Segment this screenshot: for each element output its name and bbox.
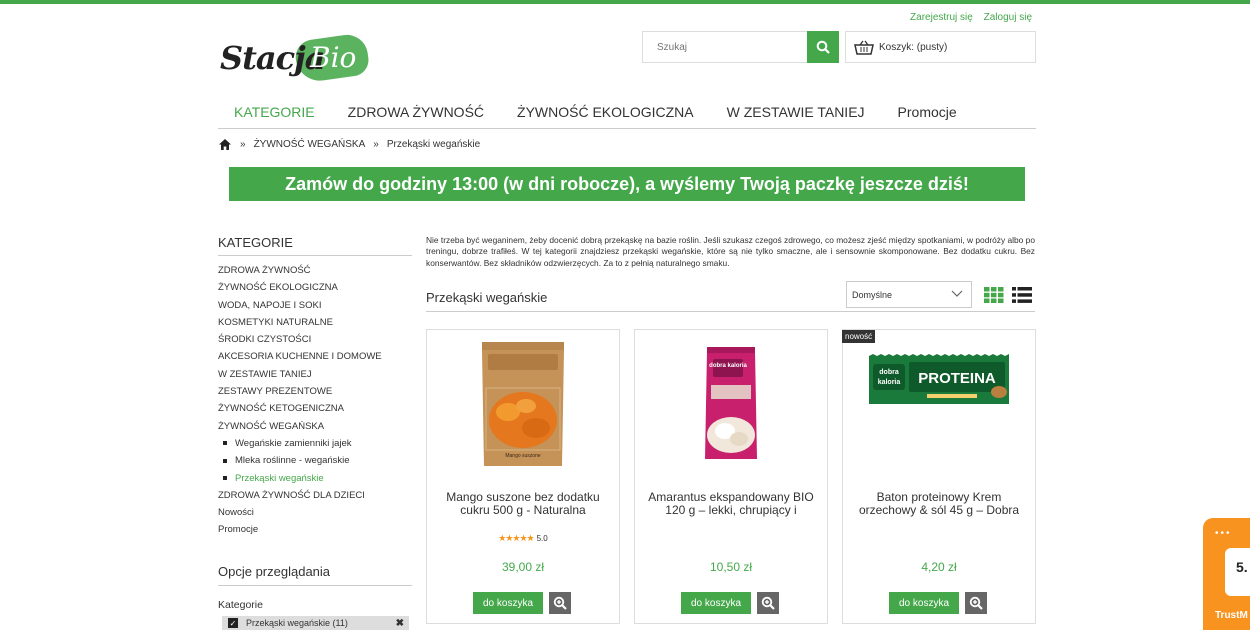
rating-value: 5.0 (536, 534, 548, 543)
cart-widget[interactable]: Koszyk: (pusty) (845, 31, 1036, 63)
product-rating: ★★★★★ 5.0 (427, 533, 619, 544)
product-card[interactable]: dobra kaloria PROTEINA Baton proteinowy … (842, 329, 1036, 624)
nav-item-w-zestawie-taniej[interactable]: W ZESTAWIE TANIEJ (727, 104, 865, 128)
quick-view-button[interactable] (757, 592, 779, 614)
checkbox-checked-icon[interactable]: ✓ (228, 618, 238, 628)
sidebar-item[interactable]: W ZESTAWIE TANIEJ (218, 369, 412, 386)
sidebar-subitem-active[interactable]: Przekąski wegańskie (218, 473, 412, 490)
top-accent-line (0, 0, 1250, 4)
search-bar (642, 31, 839, 63)
product-card[interactable]: dobra kaloria Amarantus ekspandowany BIO… (634, 329, 828, 624)
sidebar-item[interactable]: ŻYWNOŚĆ WEGAŃSKA (218, 421, 412, 438)
browse-options-heading: Opcje przeglądania (218, 564, 412, 586)
trust-brand: TrustM (1215, 610, 1248, 621)
sidebar-item[interactable]: ZDROWA ŻYWNOŚĆ DLA DZIECI (218, 490, 412, 507)
nav-item-promocje[interactable]: Promocje (898, 104, 957, 128)
active-filter[interactable]: ✓ Przekąski wegańskie (11) ✖ (222, 616, 409, 630)
sidebar-item[interactable]: Promocje (218, 524, 412, 541)
sidebar-item[interactable]: KOSMETYKI NATURALNE (218, 317, 412, 334)
basket-icon (854, 40, 874, 55)
filter-group-label: Kategorie (218, 599, 263, 611)
main-navigation: KATEGORIE ZDROWA ŻYWNOŚĆ ŻYWNOŚĆ EKOLOGI… (218, 104, 1036, 129)
pack-label: dobra kaloria (709, 363, 747, 369)
product-price: 39,00 zł (501, 560, 545, 574)
quick-view-button[interactable] (965, 592, 987, 614)
product-image[interactable]: Mango suszone (427, 330, 619, 480)
rating-stars: ★★★★★ (498, 533, 534, 543)
trustmate-widget[interactable]: ••• 5. TrustM (1203, 518, 1250, 630)
listing-header: Przekąski wegańskie Domyślne (426, 281, 1035, 312)
new-badge: nowość (842, 330, 876, 343)
login-link[interactable]: Zaloguj się (984, 12, 1032, 23)
list-view-icon[interactable] (1012, 287, 1032, 303)
breadcrumb-separator: » (240, 139, 246, 150)
sort-select[interactable]: Domyślne (846, 281, 972, 308)
shipping-banner: Zamów do godziny 13:00 (w dni robocze), … (229, 167, 1025, 201)
breadcrumb-separator: » (373, 139, 379, 150)
home-icon[interactable] (218, 138, 232, 151)
svg-text:kaloria: kaloria (878, 379, 901, 386)
mango-pack-image: Mango suszone (482, 342, 564, 466)
sidebar-item[interactable]: ŻYWNOŚĆ EKOLOGICZNA (218, 282, 412, 299)
product-image[interactable]: dobra kaloria PROTEINA (843, 330, 1035, 480)
breadcrumb-level1[interactable]: ŻYWNOŚĆ WEGAŃSKA (254, 139, 366, 150)
zoom-in-icon (969, 596, 983, 610)
pack-label: PROTEINA (918, 370, 996, 387)
svg-text:dobra: dobra (879, 369, 899, 376)
sidebar-subitem[interactable]: Mleka roślinne - wegańskie (218, 455, 412, 472)
active-filter-label: Przekąski wegańskie (11) (246, 618, 348, 628)
sidebar-item[interactable]: ŚRODKI CZYSTOŚCI (218, 334, 412, 351)
category-description: Nie trzeba być weganinem, żeby docenić d… (426, 235, 1035, 268)
product-image[interactable]: dobra kaloria (635, 330, 827, 480)
account-links: Zarejestruj się Zaloguj się (902, 12, 1032, 23)
grid-view-icon[interactable] (984, 287, 1004, 303)
protein-bar-image: dobra kaloria PROTEINA (869, 354, 1009, 404)
breadcrumb: » ŻYWNOŚĆ WEGAŃSKA » Przekąski wegańskie (218, 138, 480, 151)
listing-title: Przekąski wegańskie (426, 290, 548, 305)
product-card[interactable]: Mango suszone Mango suszone bez dodatku … (426, 329, 620, 624)
product-price: 10,50 zł (709, 560, 753, 574)
sidebar-item[interactable]: ZDROWA ŻYWNOŚĆ (218, 265, 412, 282)
sidebar-item[interactable]: Nowości (218, 507, 412, 524)
sort-selected-value: Domyślne (852, 289, 893, 300)
trust-score: 5. (1236, 559, 1248, 575)
breadcrumb-current: Przekąski wegańskie (386, 139, 481, 150)
sidebar-item[interactable]: AKCESORIA KUCHENNE I DOMOWE (218, 351, 412, 368)
add-to-cart-button[interactable]: do koszyka (473, 592, 543, 614)
register-link[interactable]: Zarejestruj się (910, 12, 973, 23)
sidebar-item[interactable]: WODA, NAPOJE I SOKI (218, 300, 412, 317)
product-name[interactable]: Baton proteinowy Krem orzechowy & sól 45… (851, 491, 1027, 517)
logo-text-secondary: Bio (310, 41, 357, 74)
sidebar-heading: KATEGORIE (218, 235, 412, 256)
chevron-down-icon (951, 290, 963, 297)
add-to-cart-button[interactable]: do koszyka (889, 592, 959, 614)
nav-item-kategorie[interactable]: KATEGORIE (218, 104, 315, 128)
amaranth-pack-image: dobra kaloria (705, 347, 757, 459)
sidebar-item[interactable]: ZESTAWY PREZENTOWE (218, 386, 412, 403)
product-name[interactable]: Mango suszone bez dodatku cukru 500 g - … (435, 491, 611, 517)
category-sidebar: KATEGORIE ZDROWA ŻYWNOŚĆ ŻYWNOŚĆ EKOLOGI… (218, 235, 412, 542)
nav-item-zywnosc-ekologiczna[interactable]: ŻYWNOŚĆ EKOLOGICZNA (517, 104, 694, 128)
sidebar-item[interactable]: ŻYWNOŚĆ KETOGENICZNA (218, 403, 412, 420)
logo-text-primary: Stacja (220, 39, 325, 77)
nav-item-zdrowa-zywnosc[interactable]: ZDROWA ŻYWNOŚĆ (348, 104, 484, 128)
cart-label: Koszyk: (pusty) (879, 41, 948, 53)
trust-dots-icon: ••• (1215, 528, 1232, 539)
remove-filter-icon[interactable]: ✖ (396, 618, 404, 629)
search-icon (816, 40, 830, 54)
search-input[interactable] (643, 32, 803, 62)
zoom-in-icon (553, 596, 567, 610)
sidebar-subitem[interactable]: Wegańskie zamienniki jajek (218, 438, 412, 455)
product-price: 4,20 zł (921, 560, 957, 574)
zoom-in-icon (761, 596, 775, 610)
site-logo[interactable]: Stacja Bio (220, 32, 371, 84)
pack-label: Mango suszone (505, 453, 541, 459)
search-button[interactable] (807, 31, 839, 63)
product-name[interactable]: Amarantus ekspandowany BIO 120 g – lekki… (643, 491, 819, 517)
quick-view-button[interactable] (549, 592, 571, 614)
add-to-cart-button[interactable]: do koszyka (681, 592, 751, 614)
